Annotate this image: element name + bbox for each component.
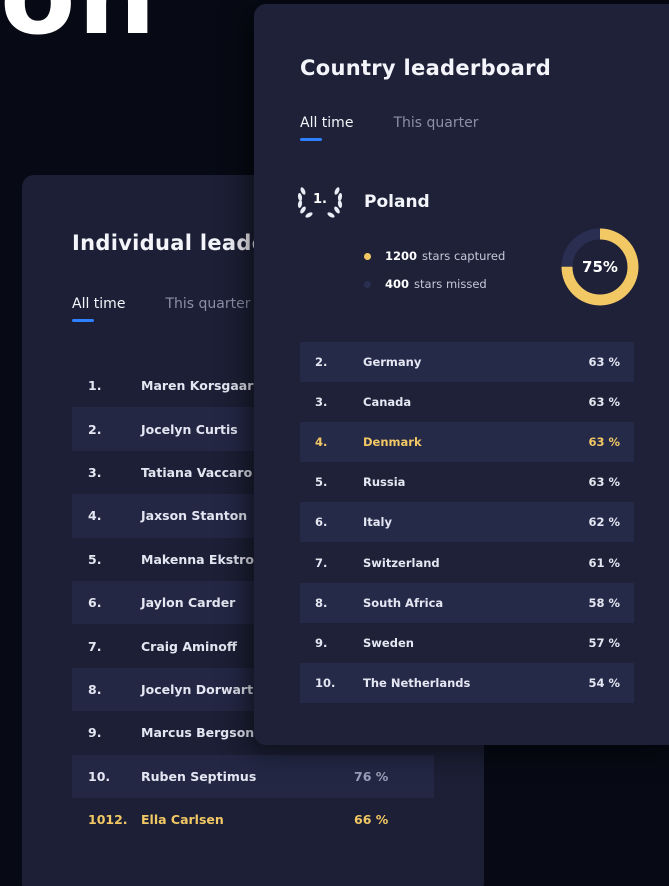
row-rank: 5. (88, 551, 102, 567)
row-percent: 63 % (588, 355, 620, 370)
table-row[interactable]: 6. Italy 62 % (300, 502, 634, 543)
row-percent: 61 % (588, 555, 620, 570)
tab-this-quarter[interactable]: This quarter (165, 296, 250, 312)
row-rank: 2. (315, 355, 328, 370)
row-name: Ruben Septimus (141, 768, 257, 784)
captured-label: stars captured (422, 249, 506, 263)
individual-tabs: All time This quarter (72, 296, 250, 322)
row-percent: 63 % (588, 435, 620, 450)
winner-country-name: Poland (364, 192, 430, 212)
legend-missed: 400 stars missed (364, 270, 505, 298)
table-row[interactable]: 9. Sweden 57 % (300, 623, 634, 663)
row-rank: 2. (88, 421, 102, 437)
row-percent: 58 % (588, 595, 620, 610)
table-row[interactable]: 2. Germany 63 % (300, 342, 634, 383)
row-rank: 10. (88, 768, 111, 784)
row-name: South Africa (363, 595, 444, 610)
table-row[interactable]: 1012. Ella Carlsen 66 % (72, 798, 434, 841)
row-rank: 8. (315, 595, 328, 610)
missed-label: stars missed (414, 277, 487, 291)
row-rank: 10. (315, 675, 336, 690)
row-percent: 76 % (354, 768, 389, 784)
row-rank: 7. (88, 638, 102, 654)
captured-ratio-donut: 75% (558, 223, 642, 311)
row-name: Ella Carlsen (141, 812, 224, 828)
row-name: Sweden (363, 635, 414, 650)
row-name: Denmark (363, 435, 422, 450)
captured-value: 1200 (385, 249, 418, 263)
row-rank: 3. (315, 395, 328, 410)
missed-dot-icon (364, 280, 371, 288)
country-tabs: All time This quarter (300, 115, 478, 141)
donut-percent-label: 75% (582, 258, 618, 276)
row-name: Canada (363, 395, 412, 410)
missed-value: 400 (385, 277, 410, 291)
row-percent: 57 % (588, 635, 620, 650)
row-rank: 1. (88, 378, 102, 394)
table-row[interactable]: 5. Russia 63 % (300, 462, 634, 502)
row-name: Russia (363, 475, 406, 490)
stars-legend: 1200 stars captured 400 stars missed (364, 242, 505, 298)
row-percent: 54 % (588, 675, 620, 690)
row-rank: 4. (315, 435, 328, 450)
laurel-wreath-icon: 1. (294, 184, 346, 220)
table-row[interactable]: 7. Switzerland 61 % (300, 542, 634, 582)
row-name: The Netherlands (363, 675, 471, 690)
row-rank: 8. (88, 681, 102, 697)
hero-heading-fragment: on (0, 0, 158, 50)
row-rank: 5. (315, 475, 328, 490)
row-name: Italy (363, 515, 392, 530)
row-percent: 63 % (588, 475, 620, 490)
row-rank: 9. (88, 725, 102, 741)
row-rank: 3. (88, 464, 102, 480)
row-name: Switzerland (363, 555, 440, 570)
table-row[interactable]: 4. Denmark 63 % (300, 422, 634, 463)
row-name: Germany (363, 355, 422, 370)
row-rank: 4. (88, 508, 102, 524)
row-rank: 6. (88, 595, 102, 611)
winner-heading: 1. Poland (294, 184, 430, 220)
row-rank: 9. (315, 635, 328, 650)
tab-all-time[interactable]: All time (300, 115, 353, 141)
table-row[interactable]: 10. The Netherlands 54 % (300, 662, 634, 703)
legend-captured: 1200 stars captured (364, 242, 505, 270)
row-rank: 6. (315, 515, 328, 530)
row-percent: 63 % (588, 395, 620, 410)
tab-this-quarter[interactable]: This quarter (393, 115, 478, 131)
row-percent: 66 % (354, 812, 389, 828)
winner-rank: 1. (313, 192, 327, 207)
row-rank: 7. (315, 555, 328, 570)
table-row[interactable]: 8. South Africa 58 % (300, 582, 634, 623)
tab-all-time[interactable]: All time (72, 296, 125, 322)
row-rank: 1012. (88, 812, 128, 828)
country-leaderboard-title: Country leaderboard (300, 56, 552, 80)
captured-dot-icon (364, 252, 371, 260)
row-percent: 62 % (588, 515, 620, 530)
table-row[interactable]: 3. Canada 63 % (300, 382, 634, 422)
country-leaderboard-card: Country leaderboard All time This quarte… (254, 4, 669, 745)
country-table: 2. Germany 63 % 3. Canada 63 % 4. Denmark 63 % 5.… (300, 342, 634, 703)
table-row[interactable]: 10. Ruben Septimus 76 % (72, 754, 434, 798)
